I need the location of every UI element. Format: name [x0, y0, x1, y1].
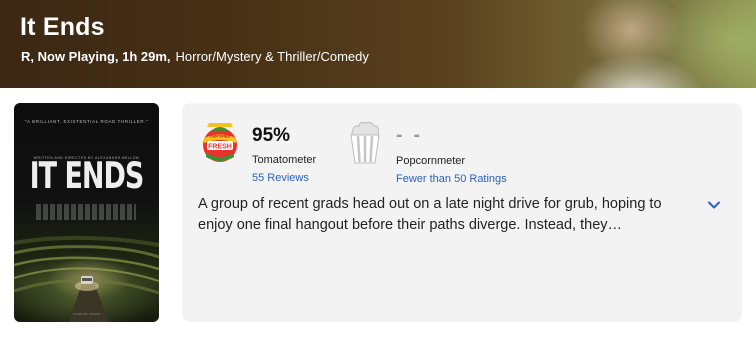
- ratings-count-link[interactable]: Fewer than 50 Ratings: [396, 173, 507, 185]
- poster-title: IT ENDS: [29, 155, 145, 198]
- poster-quote: "A BRILLIANT, EXISTENTIAL ROAD THRILLER.…: [24, 119, 149, 124]
- tomatometer-score: 95%: [252, 125, 291, 146]
- popcornmeter-score: - -: [396, 125, 423, 146]
- popcornmeter-label: Popcornmeter: [396, 155, 466, 167]
- poster-cast-block: [36, 204, 136, 220]
- popcorn-empty-icon: [346, 121, 384, 165]
- poster-road-art: [14, 235, 159, 322]
- genres: Horror/Mystery & Thriller/Comedy: [175, 49, 369, 64]
- badge-top-text: CERTIFIED: [209, 134, 230, 139]
- badge-text: FRESH: [208, 144, 232, 151]
- hero-backdrop-image: [486, 0, 756, 88]
- movie-poster[interactable]: "A BRILLIANT, EXISTENTIAL ROAD THRILLER.…: [14, 103, 159, 322]
- chevron-down-icon[interactable]: [706, 197, 722, 213]
- poster-footer: COMING SOON: [72, 312, 101, 316]
- hero-banner: It Ends R, Now Playing, 1h 29m, Horror/My…: [0, 0, 756, 88]
- tomatometer-label: Tomatometer: [252, 154, 317, 166]
- page-title: It Ends: [20, 13, 105, 41]
- score-summary-card: CERTIFIED FRESH 95% Tomatometer 55 Revie…: [182, 103, 742, 322]
- synopsis-text: A group of recent grads head out on a la…: [198, 196, 662, 233]
- rating-status-runtime: R, Now Playing, 1h 29m,: [21, 49, 171, 64]
- reviews-count-link[interactable]: 55 Reviews: [252, 172, 309, 184]
- movie-meta: R, Now Playing, 1h 29m, Horror/Mystery & …: [21, 49, 369, 64]
- certified-fresh-icon: CERTIFIED FRESH: [201, 121, 239, 165]
